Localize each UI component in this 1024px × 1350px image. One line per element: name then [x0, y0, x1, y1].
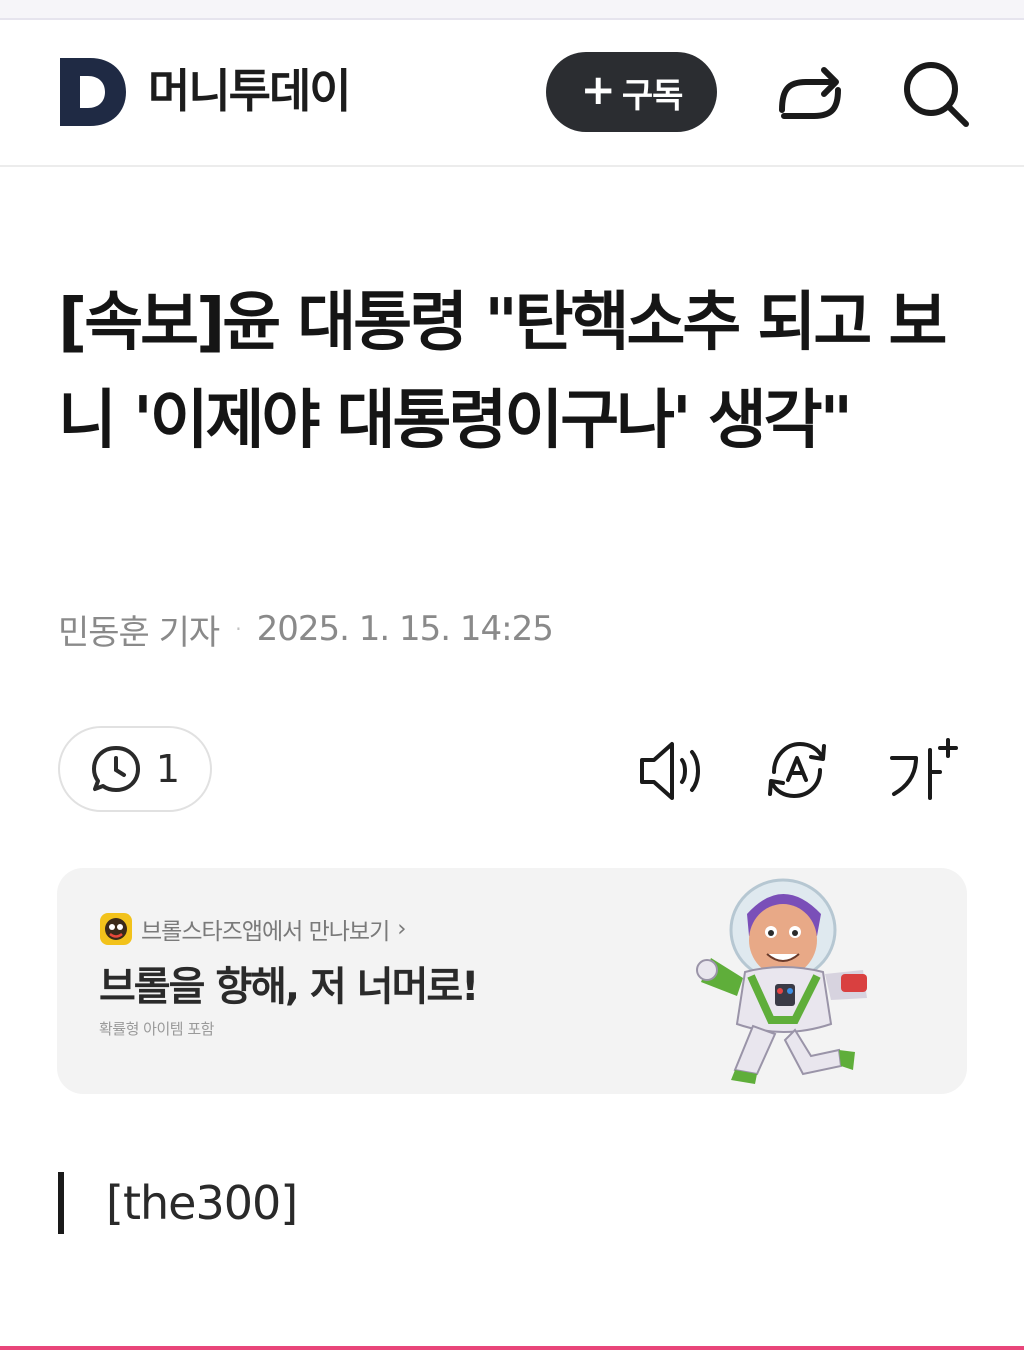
brand-logo-icon[interactable] — [60, 58, 126, 126]
byline: 민동훈 기자 · 2025. 1. 15. 14:25 — [58, 604, 554, 654]
byline-separator: · — [235, 617, 241, 641]
ad-title: 브롤을 향해, 저 너머로! — [99, 964, 479, 1010]
speaker-icon[interactable] — [636, 738, 708, 804]
bottom-accent-line — [0, 1346, 1024, 1350]
publish-datetime: 2025. 1. 15. 14:25 — [256, 609, 554, 649]
author-name[interactable]: 민동훈 기자 — [58, 605, 220, 654]
ad-source-link[interactable]: 브롤스타즈앱에서 만나보기 › — [99, 912, 406, 946]
subscribe-button[interactable]: + 구독 — [546, 52, 717, 132]
chevron-right-icon: › — [397, 916, 406, 942]
section-tag: [the300] — [58, 1172, 298, 1234]
comment-button[interactable]: 1 — [58, 726, 212, 812]
share-icon[interactable] — [774, 60, 846, 126]
plus-icon: + — [580, 65, 616, 114]
ad-character-image — [696, 878, 867, 1084]
search-icon[interactable] — [900, 58, 972, 130]
ad-disclaimer: 확률형 아이템 포함 — [99, 1020, 214, 1038]
article-headline: [속보]윤 대통령 "탄핵소추 되고 보니 '이제야 대통령이구나' 생각" — [58, 286, 947, 458]
app-icon — [100, 913, 132, 945]
font-size-icon[interactable] — [886, 734, 962, 806]
translate-icon[interactable] — [764, 736, 830, 804]
ad-source-label: 브롤스타즈앱에서 만나보기 — [141, 919, 390, 945]
comment-count: 1 — [155, 747, 181, 791]
brand-name[interactable]: 머니투데이 — [148, 60, 352, 122]
subscribe-label: 구독 — [621, 75, 684, 116]
comment-clock-icon — [91, 746, 140, 792]
ad-banner[interactable]: 브롤스타즈앱에서 만나보기 › 브롤을 향해, 저 너머로! 확률형 아이템 포… — [57, 868, 967, 1094]
status-strip — [0, 0, 1024, 20]
site-header: 머니투데이 + 구독 — [0, 20, 1024, 167]
